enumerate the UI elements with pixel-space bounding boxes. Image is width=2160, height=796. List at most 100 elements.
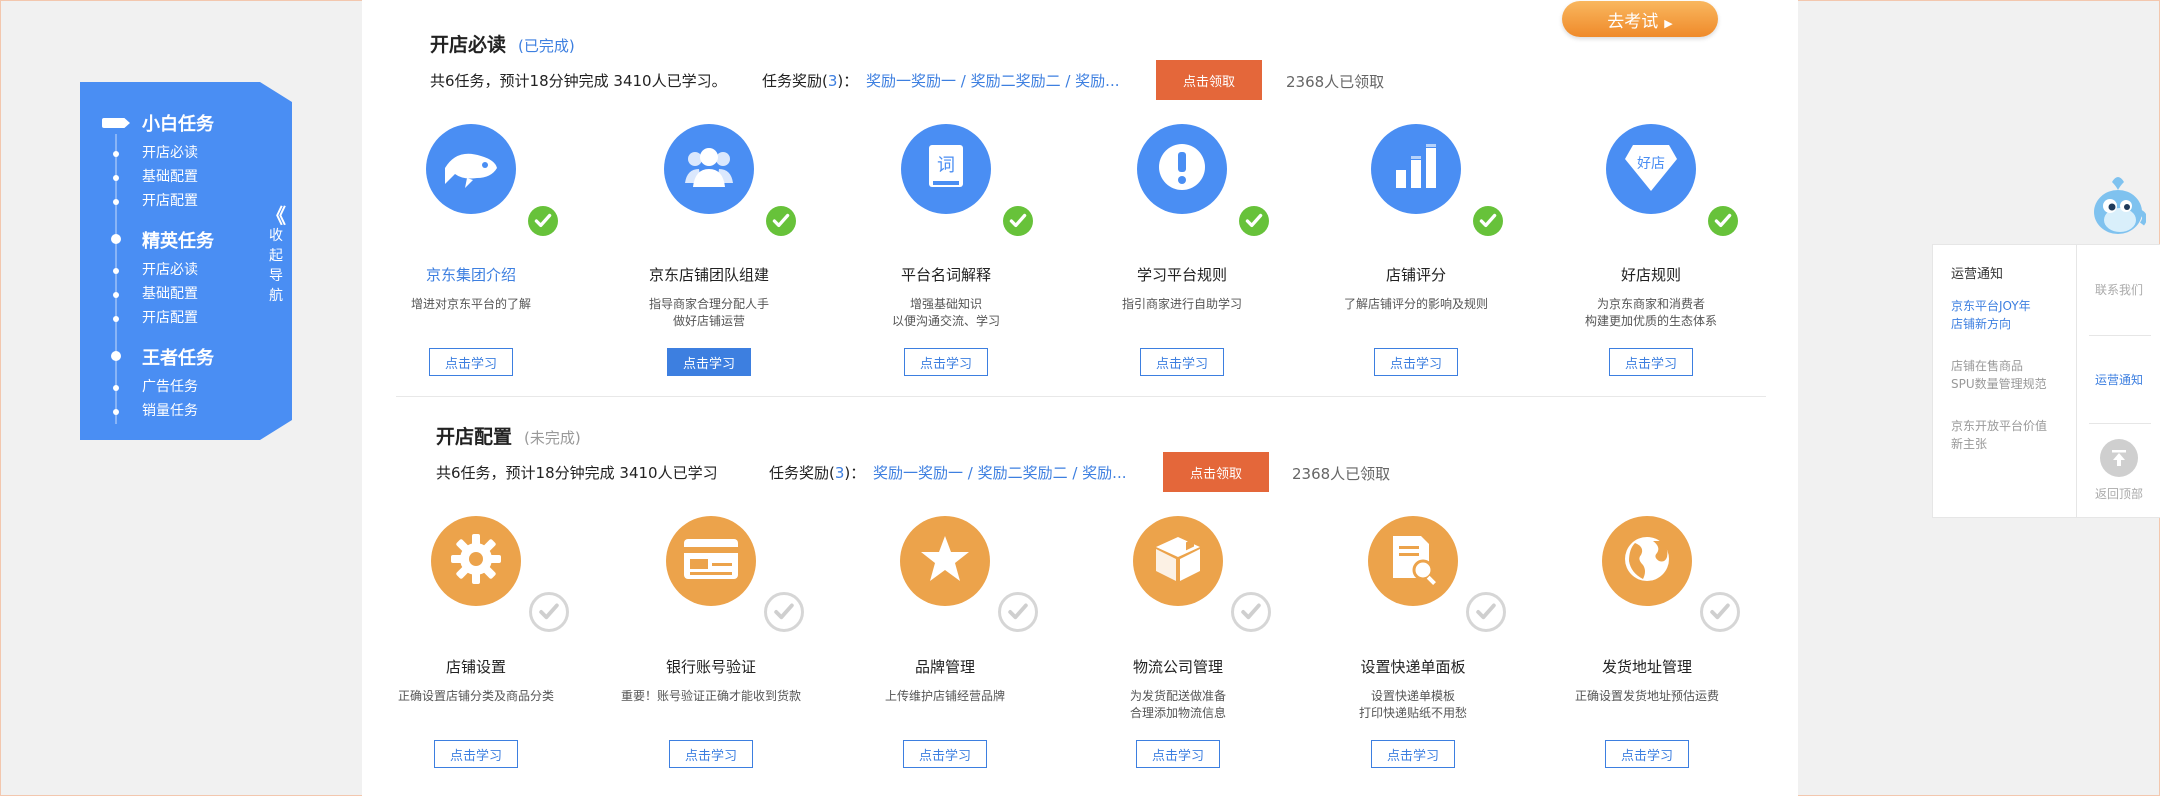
tab-separator <box>2089 423 2151 424</box>
nav-item-elite-config[interactable]: 开店配置 <box>142 307 198 327</box>
check-done-icon <box>528 206 558 236</box>
task-icon-circle[interactable] <box>426 124 516 214</box>
notice-item[interactable]: 京东平台JOY年 店铺新方向 <box>1951 297 2069 333</box>
learn-button[interactable]: 点击学习 <box>1605 740 1689 768</box>
task-name[interactable]: 发货地址管理 <box>1537 656 1757 677</box>
task-description: 为发货配送做准备 合理添加物流信息 <box>1068 688 1288 722</box>
check-done-icon <box>1239 206 1269 236</box>
task-name[interactable]: 物流公司管理 <box>1068 656 1288 677</box>
task-icon-circle[interactable] <box>1137 124 1227 214</box>
learn-button[interactable]: 点击学习 <box>429 348 513 376</box>
nav-item-novice-read[interactable]: 开店必读 <box>142 142 198 162</box>
learn-button[interactable]: 点击学习 <box>667 348 751 376</box>
svg-text:词: 词 <box>937 155 955 176</box>
task-description-line: 增进对京东平台的了解 <box>410 297 531 311</box>
task-description-line: 设置快递单模板 <box>1370 689 1455 703</box>
box-icon <box>1152 533 1204 589</box>
nav-item-elite-basic[interactable]: 基础配置 <box>142 283 198 303</box>
collapse-char: 收 <box>269 228 283 244</box>
notice-line: 新主张 <box>1951 437 1988 451</box>
claim-reward-button[interactable]: 点击领取 <box>1156 60 1262 100</box>
reward-link[interactable]: 奖励一奖励一 / 奖励二奖励二 / 奖励... <box>873 462 1127 483</box>
back-to-top-tab[interactable]: 返回顶部 <box>2077 485 2160 502</box>
task-name[interactable]: 店铺设置 <box>366 656 586 677</box>
learn-button[interactable]: 点击学习 <box>903 740 987 768</box>
learn-button[interactable]: 点击学习 <box>1136 740 1220 768</box>
check-pending-icon <box>764 592 804 632</box>
task-name[interactable]: 设置快递单面板 <box>1303 656 1523 677</box>
nav-group-elite[interactable]: 精英任务 <box>142 227 214 253</box>
check-done-icon <box>1003 206 1033 236</box>
dot-icon <box>113 151 119 157</box>
learn-button[interactable]: 点击学习 <box>1609 348 1693 376</box>
claim-reward-button[interactable]: 点击领取 <box>1163 452 1269 492</box>
task-name[interactable]: 品牌管理 <box>835 656 1055 677</box>
go-exam-button[interactable]: 去考试 ▶ <box>1562 1 1718 37</box>
check-done-icon <box>1708 206 1738 236</box>
check-pending-icon <box>1466 592 1506 632</box>
task-description-line: 正确设置发货地址预估运费 <box>1574 689 1719 703</box>
learn-button[interactable]: 点击学习 <box>434 740 518 768</box>
notice-item[interactable]: 京东开放平台价值 新主张 <box>1951 417 2069 453</box>
task-name[interactable]: 店铺评分 <box>1306 264 1526 285</box>
fish-icon <box>441 144 501 194</box>
task-name[interactable]: 京东集团介绍 <box>361 264 581 285</box>
task-description-line: 上传维护店铺经营品牌 <box>884 689 1005 703</box>
nav-group-novice[interactable]: 小白任务 <box>142 110 214 136</box>
reward-link[interactable]: 奖励一奖励一 / 奖励二奖励二 / 奖励... <box>866 70 1120 91</box>
mascot-icon[interactable] <box>2090 172 2146 238</box>
task-icon-circle[interactable] <box>666 516 756 606</box>
task-icon-circle[interactable] <box>1133 516 1223 606</box>
check-pending-icon <box>529 592 569 632</box>
nav-item-novice-config[interactable]: 开店配置 <box>142 190 198 210</box>
claimed-count: 2368人已领取 <box>1292 465 1391 483</box>
nav-item-king-sales[interactable]: 销量任务 <box>142 400 198 420</box>
task-name[interactable]: 平台名词解释 <box>836 264 1056 285</box>
collapse-char: 起 <box>269 248 283 264</box>
task-name[interactable]: 好店规则 <box>1541 264 1761 285</box>
learn-button[interactable]: 点击学习 <box>1371 740 1455 768</box>
check-pending-icon <box>998 592 1038 632</box>
right-float-panel: 运营通知 京东平台JOY年 店铺新方向 店铺在售商品 SPU数量管理规范 京东开… <box>1932 244 2160 518</box>
reward-label-post: )： <box>837 72 859 90</box>
task-description-line: 合理添加物流信息 <box>1129 706 1226 720</box>
task-icon-circle[interactable] <box>900 516 990 606</box>
nav-group-king[interactable]: 王者任务 <box>142 344 214 370</box>
task-icon-circle[interactable] <box>1602 516 1692 606</box>
nav-item-novice-basic[interactable]: 基础配置 <box>142 166 198 186</box>
task-description-line: 增强基础知识 <box>909 297 982 311</box>
task-icon-circle[interactable]: 词 <box>901 124 991 214</box>
nav-item-elite-read[interactable]: 开店必读 <box>142 259 198 279</box>
notice-tab[interactable]: 运营通知 <box>2077 371 2160 388</box>
bar-chart-icon <box>1391 142 1441 196</box>
task-description-line: 指导商家合理分配人手 <box>648 297 769 311</box>
dot-icon <box>113 409 119 415</box>
reward-label-pre: 任务奖励( <box>762 72 828 90</box>
task-icon-circle[interactable] <box>1371 124 1461 214</box>
task-icon-circle[interactable] <box>431 516 521 606</box>
task-icon-circle[interactable] <box>664 124 754 214</box>
tab-separator <box>2089 335 2151 336</box>
back-to-top-icon[interactable] <box>2100 439 2138 477</box>
task-description-line: 为京东商家和消费者 <box>1596 297 1705 311</box>
task-icon-circle[interactable]: 好店 <box>1606 124 1696 214</box>
learn-button[interactable]: 点击学习 <box>904 348 988 376</box>
task-name[interactable]: 学习平台规则 <box>1072 264 1292 285</box>
dot-icon <box>113 385 119 391</box>
notice-item[interactable]: 店铺在售商品 SPU数量管理规范 <box>1951 357 2069 393</box>
task-description: 了解店铺评分的影响及规则 <box>1306 296 1526 313</box>
nav-item-king-ads[interactable]: 广告任务 <box>142 376 198 396</box>
reward-label: 任务奖励(3)： <box>769 462 865 483</box>
learn-button[interactable]: 点击学习 <box>1374 348 1458 376</box>
learn-button[interactable]: 点击学习 <box>1140 348 1224 376</box>
learn-button[interactable]: 点击学习 <box>669 740 753 768</box>
task-name[interactable]: 银行账号验证 <box>601 656 821 677</box>
task-name[interactable]: 京东店铺团队组建 <box>599 264 819 285</box>
contact-us-tab[interactable]: 联系我们 <box>2077 281 2160 298</box>
task-icon-circle[interactable] <box>1368 516 1458 606</box>
globe-icon <box>1621 533 1673 589</box>
collapse-nav-button[interactable]: 《 收 起 导 航 <box>266 206 286 306</box>
task-description: 增进对京东平台的了解 <box>361 296 581 313</box>
section-title-text: 开店配置 <box>436 426 513 448</box>
gear-icon <box>449 532 503 590</box>
